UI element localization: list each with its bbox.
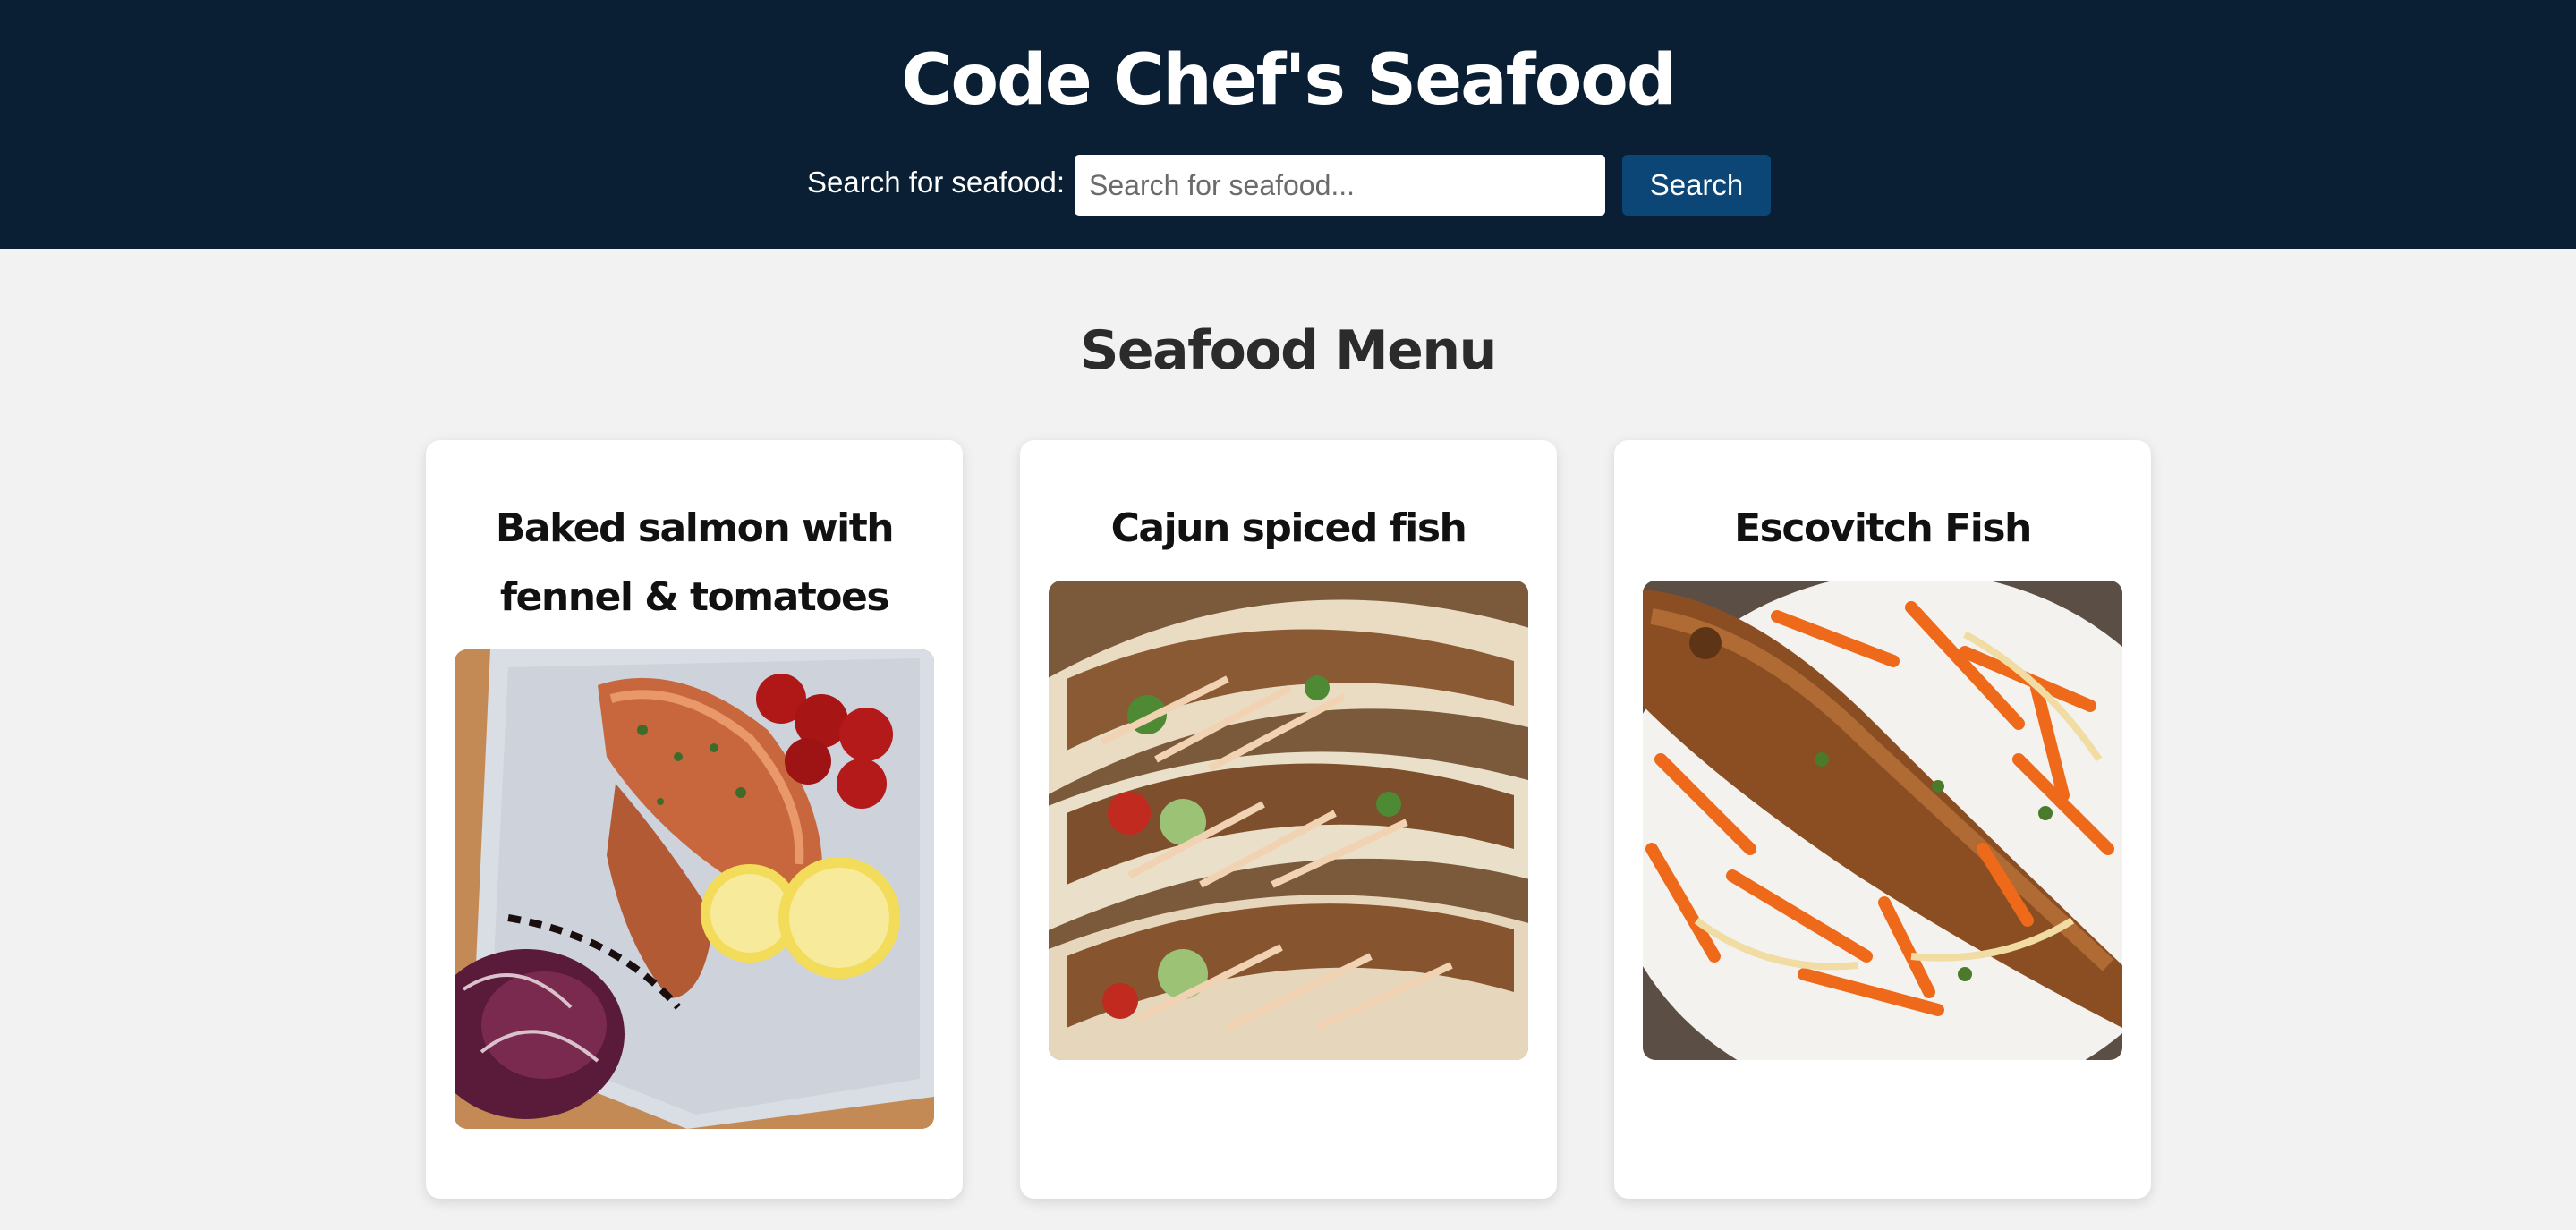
dish-image [1643,581,2122,1060]
site-header: Code Chef's Seafood Search for seafood: … [0,0,2576,249]
menu-heading: Seafood Menu [1080,319,1497,382]
dish-title: Escovitch Fish [1734,505,2032,551]
dish-image [455,649,934,1129]
search-button[interactable]: Search [1622,155,1771,216]
dish-card: Escovitch Fish [1614,440,2151,1199]
dish-image [1049,581,1528,1060]
search-label: Search for seafood: [807,165,1066,199]
search-input[interactable] [1075,155,1605,216]
dish-title: Baked salmon with fennel & tomatoes [495,505,895,620]
dish-card: Baked salmon with fennel & tomatoes [426,440,963,1199]
site-title: Code Chef's Seafood [901,40,1676,121]
dish-card: Cajun spiced fish tacos [1020,440,1557,1199]
